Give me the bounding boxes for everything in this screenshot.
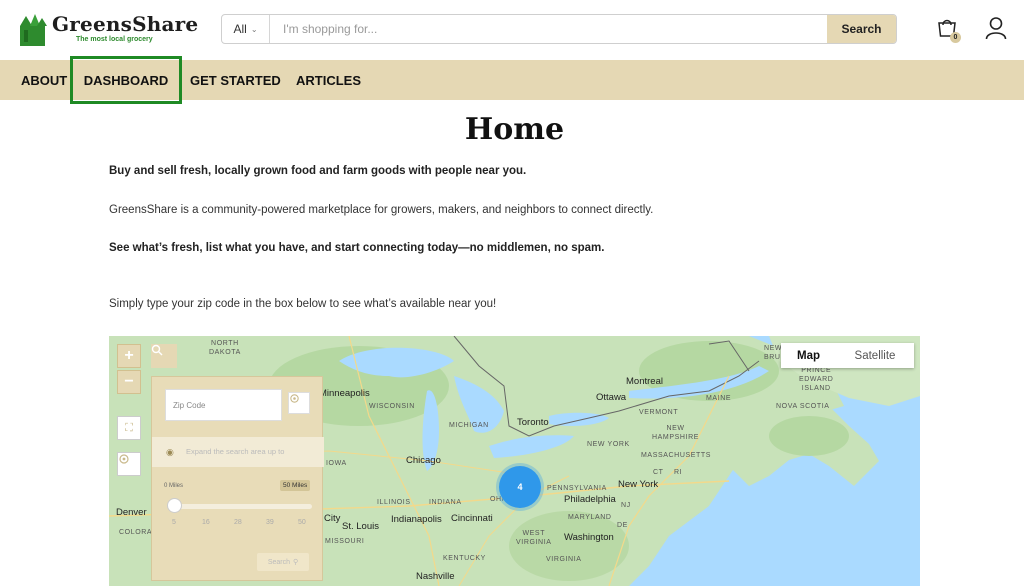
map-label: City [324,513,341,524]
description-paragraph: GreensShare is a community-powered marke… [109,204,654,216]
product-map[interactable]: NORTH DAKOTA Minneapolis WISCONSIN MICHI… [109,336,920,586]
map-label: Philadelphia [564,494,616,505]
brand-name: GreensShare [52,12,199,36]
zip-code-input[interactable]: Zip Code [165,389,282,421]
nav-item-get-started[interactable]: GET STARTED [190,60,281,100]
search-bar: All ⌄ Search [221,14,897,44]
search-button[interactable]: Search [827,15,896,43]
user-account-icon[interactable] [985,16,1007,40]
map-label: MASSACHUSETTS [641,452,712,459]
nav-item-about[interactable]: ABOUT [21,60,67,100]
search-icon [151,344,163,356]
map-label: IOWA [326,460,347,467]
map-label: WISCONSIN [369,403,415,410]
map-label: Ottawa [596,392,627,403]
cart-button[interactable]: 0 [936,16,962,44]
cta-paragraph: See what’s fresh, list what you have, an… [109,242,605,254]
use-location-button[interactable] [288,392,310,414]
panel-search-label: Search [267,558,291,566]
map-label: ILLINOIS [377,499,411,506]
map-label: COLORA [119,529,153,536]
range-min-label: 0 Miles [164,483,184,489]
zoom-in-button[interactable]: + [117,344,141,368]
map-label: MARYLAND [568,514,612,521]
map-label: Indianapolis [391,514,442,525]
slider-tick: 16 [202,519,210,526]
map-label: Minneapolis [319,388,370,399]
map-label: NORTH DAKOTA [209,340,241,356]
chevron-down-icon: ⌄ [250,24,258,34]
nav-item-label: ARTICLES [296,72,361,88]
expand-area-label: Expand the search area up to [186,447,285,456]
search-area-toggle[interactable] [151,344,177,368]
map-label: NEW HAMPSHIRE [652,425,700,441]
slider-tick: 5 [172,519,176,526]
map-label: PRINCE EDWARD ISLAND [799,367,834,392]
search-category-value: All [233,22,247,36]
nav-item-dashboard[interactable]: DASHBOARD [70,56,182,104]
map-label: Cincinnati [451,513,493,524]
search-input[interactable] [270,15,828,43]
locate-me-button[interactable] [117,452,141,476]
logo-icon [20,14,47,46]
map-label: KENTUCKY [443,555,486,562]
map-pins-icon: ◉ [166,447,179,457]
map-label: DE [617,522,628,529]
map-label: Washington [564,532,614,543]
radius-slider-track[interactable] [172,504,312,509]
slider-tick: 39 [266,519,274,526]
map-label: Toronto [517,417,549,428]
fullscreen-button[interactable]: ⛶ [117,416,141,440]
map-type-satellite-button[interactable]: Satellite [836,343,914,368]
range-max-badge: 50 Miles [280,480,311,491]
map-label: New York [618,479,659,490]
map-label: WEST VIRGINIA [516,530,552,546]
main-nav: ABOUT DASHBOARD GET STARTED ARTICLES [0,56,1024,104]
map-label: NEW YORK [587,441,630,448]
map-label: CT [653,469,664,476]
search-icon: ⚲ [293,559,299,566]
map-label: NJ [621,502,631,509]
radius-slider-handle[interactable] [167,498,182,513]
zoom-out-button[interactable]: − [117,370,141,394]
map-label: INDIANA [429,499,462,506]
nav-item-label: ABOUT [21,72,68,88]
map-label: Chicago [406,455,441,466]
map-label: MAINE [706,395,732,402]
zip-search-panel: Zip Code ◉ Expand the search area up to … [151,376,324,581]
map-label: Denver [116,507,147,518]
nav-item-label: DASHBOARD [83,72,169,88]
map-label: Nashville [416,571,455,582]
map-type-map-button[interactable]: Map [781,343,836,368]
panel-search-button[interactable]: Search ⚲ [257,553,309,571]
slider-tick: 50 [298,519,306,526]
map-label: MISSOURI [325,538,365,545]
cart-count-badge: 0 [950,32,961,43]
map-label: RI [674,469,683,476]
map-label: St. Louis [342,521,379,532]
search-category-select[interactable]: All ⌄ [222,15,270,43]
crosshair-icon [119,454,129,464]
page-title: Home [464,112,565,147]
zip-instructions: Simply type your zip code in the box bel… [109,298,497,310]
map-label: VIRGINIA [546,556,582,563]
intro-paragraph: Buy and sell fresh, locally grown food a… [109,165,527,177]
nav-item-label: GET STARTED [190,72,281,88]
nav-item-articles[interactable]: ARTICLES [296,60,361,100]
expand-area-row: ◉ Expand the search area up to [152,437,324,467]
map-label: Montreal [626,376,663,387]
map-label: MICHIGAN [449,422,489,429]
logo[interactable]: GreensShare The most local grocery [20,10,198,50]
listing-cluster-marker[interactable]: 4 [499,466,541,508]
map-label: NOVA SCOTIA [776,403,830,410]
expand-icon: ⛶ [125,421,133,434]
site-header: GreensShare The most local grocery All ⌄… [0,0,1024,60]
brand-tagline: The most local grocery [76,36,153,43]
map-label: VERMONT [639,409,679,416]
map-type-control: Map Satellite [781,343,914,368]
map-label: PENNSYLVANIA [547,485,607,492]
crosshair-icon [290,394,299,403]
slider-tick: 28 [234,519,242,526]
